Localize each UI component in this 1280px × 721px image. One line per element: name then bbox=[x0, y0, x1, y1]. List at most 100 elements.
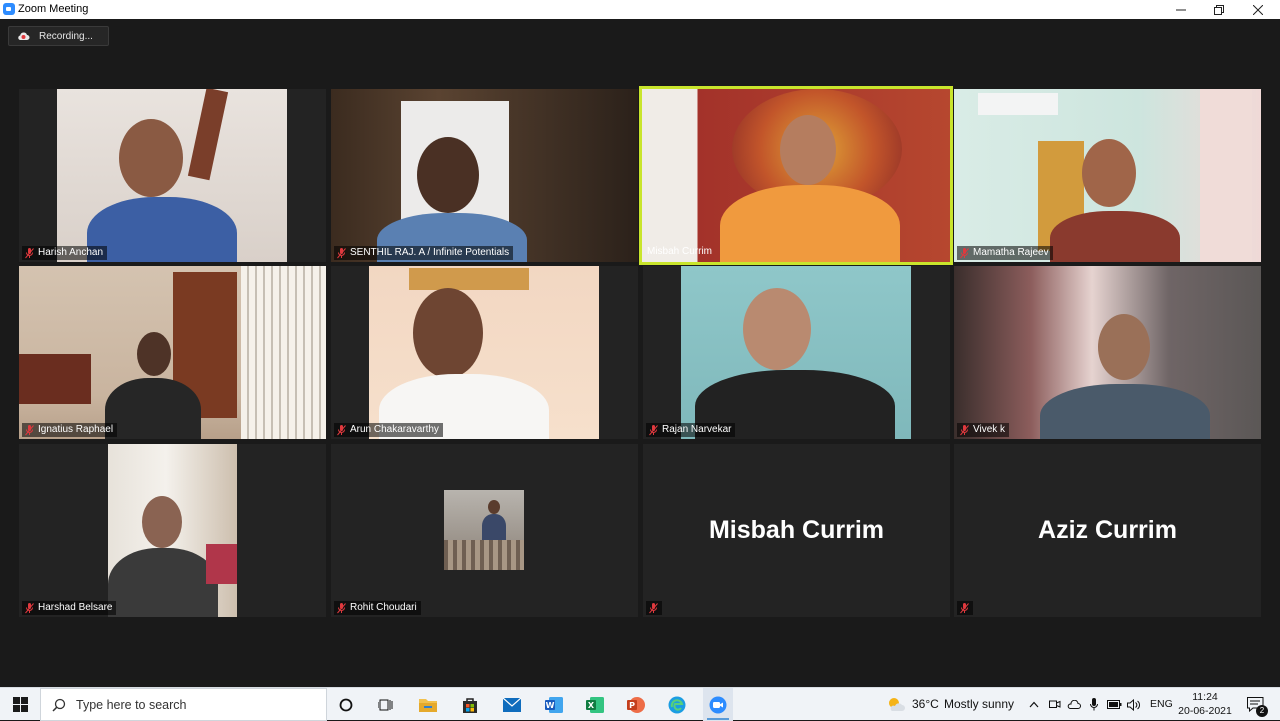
participant-namebar: Misbah Currim bbox=[644, 245, 716, 259]
start-button[interactable] bbox=[0, 688, 40, 721]
participant-display-name: Aziz Currim bbox=[1038, 516, 1177, 544]
participant-tile[interactable]: Vivek k bbox=[954, 266, 1261, 439]
participant-namebar: Rajan Narvekar bbox=[646, 423, 736, 437]
mic-muted-icon bbox=[25, 602, 34, 613]
file-explorer-button[interactable] bbox=[414, 688, 442, 721]
tray-meet-now-button[interactable] bbox=[1047, 688, 1063, 721]
participant-name: Misbah Currim bbox=[647, 246, 713, 257]
tray-battery-button[interactable] bbox=[1105, 688, 1123, 721]
participant-namebar: Vivek k bbox=[957, 423, 1010, 437]
window-titlebar: Zoom Meeting bbox=[0, 0, 1280, 19]
participant-tile[interactable]: Mamatha Rajeev bbox=[954, 89, 1261, 262]
svg-text:W: W bbox=[546, 701, 555, 710]
action-center-button[interactable]: 2 bbox=[1240, 688, 1270, 721]
participant-name: Harish Anchan bbox=[38, 247, 104, 258]
participant-video bbox=[19, 266, 326, 439]
participant-tile[interactable]: Ignatius Raphael bbox=[19, 266, 326, 439]
participant-namebar: Mamatha Rajeev bbox=[957, 246, 1053, 260]
participant-namebar: Rohit Choudari bbox=[334, 601, 421, 615]
participant-video bbox=[108, 444, 237, 617]
mic-muted-icon bbox=[337, 424, 346, 435]
participant-video bbox=[642, 89, 950, 262]
edge-icon bbox=[668, 696, 686, 713]
participant-display-name: Misbah Currim bbox=[708, 516, 885, 544]
taskbar-search-box[interactable]: Type here to search bbox=[40, 688, 327, 721]
participant-tile[interactable]: Harshad Belsare bbox=[19, 444, 326, 617]
search-placeholder: Type here to search bbox=[76, 697, 187, 712]
close-button[interactable] bbox=[1238, 0, 1278, 19]
notification-count-badge: 2 bbox=[1256, 705, 1268, 717]
mic-muted-icon bbox=[25, 424, 34, 435]
mic-muted-icon bbox=[337, 247, 346, 258]
powerpoint-icon: P bbox=[627, 696, 645, 713]
participant-name: Arun Chakaravarthy bbox=[350, 424, 439, 435]
chevron-up-icon bbox=[1029, 701, 1039, 708]
recording-label: Recording... bbox=[39, 31, 93, 42]
tray-onedrive-button[interactable] bbox=[1066, 688, 1082, 721]
weather-description[interactable]: Mostly sunny bbox=[944, 697, 1014, 711]
minimize-icon bbox=[1176, 9, 1186, 10]
participant-video bbox=[954, 89, 1261, 262]
clock-date: 20-06-2021 bbox=[1178, 705, 1232, 717]
windows-taskbar: Type here to search W X P 36°C Mostly su… bbox=[0, 687, 1280, 721]
tray-microphone-button[interactable] bbox=[1086, 688, 1102, 721]
zoom-icon bbox=[709, 696, 727, 713]
participant-video bbox=[681, 266, 911, 439]
profile-photo bbox=[444, 490, 524, 570]
zoom-taskbar-button[interactable] bbox=[703, 688, 733, 721]
participant-tile[interactable]: SENTHIL RAJ. A / Infinite Potentials bbox=[331, 89, 638, 262]
participant-namebar bbox=[957, 601, 973, 615]
meet-now-icon bbox=[1049, 700, 1061, 708]
excel-icon: X bbox=[586, 696, 604, 713]
recording-indicator[interactable]: Recording... bbox=[8, 26, 109, 46]
participant-tile[interactable]: Rajan Narvekar bbox=[643, 266, 950, 439]
show-hidden-icons-button[interactable] bbox=[1026, 688, 1042, 721]
participant-tile[interactable]: Rohit Choudari bbox=[331, 444, 638, 617]
participant-name: Mamatha Rajeev bbox=[973, 247, 1049, 258]
taskbar-clock[interactable]: 11:24 20-06-2021 bbox=[1176, 690, 1234, 718]
restore-icon bbox=[1214, 4, 1224, 15]
store-icon bbox=[463, 697, 477, 713]
file-explorer-icon bbox=[419, 699, 437, 712]
weather-temperature[interactable]: 36°C bbox=[912, 697, 939, 711]
battery-icon bbox=[1106, 700, 1121, 709]
mic-muted-icon bbox=[25, 247, 34, 258]
cortana-icon bbox=[339, 698, 353, 711]
word-button[interactable]: W bbox=[540, 688, 568, 721]
participant-namebar: SENTHIL RAJ. A / Infinite Potentials bbox=[334, 246, 514, 260]
cloud-recording-icon bbox=[18, 32, 30, 40]
store-button[interactable] bbox=[456, 688, 484, 721]
participant-tile[interactable]: Arun Chakaravarthy bbox=[331, 266, 638, 439]
mic-muted-icon bbox=[649, 424, 658, 435]
cortana-button[interactable] bbox=[332, 688, 360, 721]
mail-button[interactable] bbox=[498, 688, 526, 721]
speaker-volume-icon bbox=[1127, 698, 1140, 711]
tray-volume-button[interactable] bbox=[1125, 688, 1143, 721]
close-icon bbox=[1253, 4, 1263, 15]
mail-icon bbox=[503, 697, 521, 712]
restore-button[interactable] bbox=[1199, 0, 1239, 19]
participant-name: Ignatius Raphael bbox=[38, 424, 114, 435]
participant-tile[interactable]: Misbah Currim bbox=[643, 444, 950, 617]
participant-tile-active-speaker[interactable]: Misbah Currim bbox=[639, 86, 953, 265]
participant-tile[interactable]: Aziz Currim bbox=[954, 444, 1261, 617]
participant-namebar: Harish Anchan bbox=[22, 246, 108, 260]
participant-name: Rohit Choudari bbox=[350, 602, 417, 613]
sun-cloud-weather-icon bbox=[889, 698, 905, 711]
participant-name: Harshad Belsare bbox=[38, 602, 113, 613]
edge-button[interactable] bbox=[663, 688, 691, 721]
input-language-indicator[interactable]: ENG bbox=[1150, 698, 1173, 710]
excel-button[interactable]: X bbox=[581, 688, 609, 721]
powerpoint-button[interactable]: P bbox=[622, 688, 650, 721]
microphone-icon bbox=[1090, 698, 1098, 711]
task-view-icon bbox=[378, 699, 393, 710]
participant-video bbox=[331, 89, 638, 262]
mic-muted-icon bbox=[960, 424, 969, 435]
minimize-button[interactable] bbox=[1161, 0, 1201, 19]
participant-video bbox=[369, 266, 599, 439]
participant-tile[interactable]: Harish Anchan bbox=[19, 89, 326, 262]
participant-namebar: Arun Chakaravarthy bbox=[334, 423, 443, 437]
task-view-button[interactable] bbox=[372, 688, 400, 721]
svg-text:X: X bbox=[588, 701, 595, 710]
windows-logo-icon bbox=[12, 697, 28, 712]
